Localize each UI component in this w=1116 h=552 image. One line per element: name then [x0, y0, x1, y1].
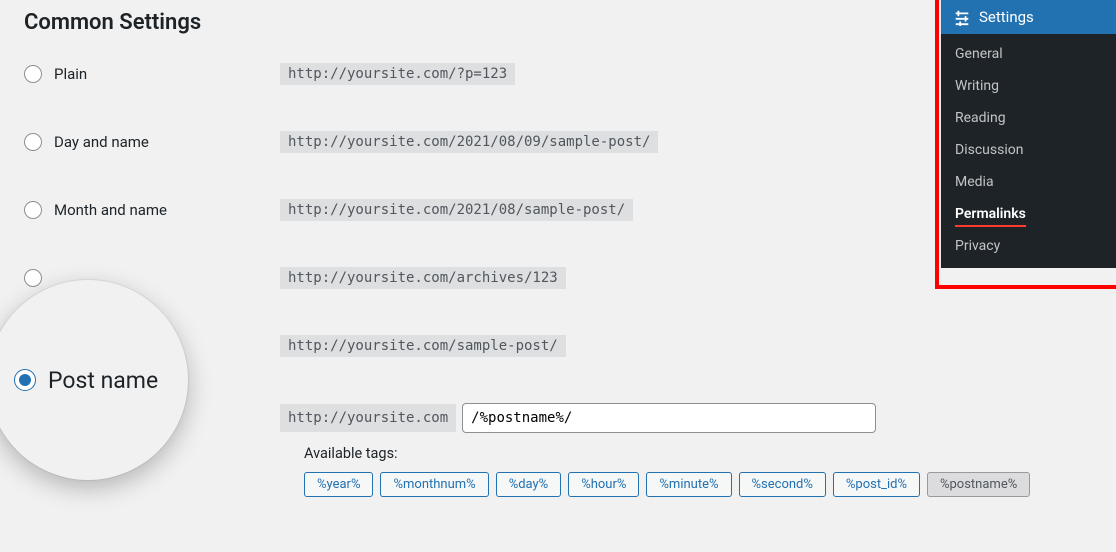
option-month-and-name[interactable]: Month and name http://yoursite.com/2021/…: [24, 199, 1096, 221]
example-url: http://yoursite.com/archives/123: [280, 267, 566, 289]
option-label: Plain: [54, 65, 87, 83]
sidebar-item-media[interactable]: Media: [941, 166, 1116, 198]
sliders-icon: [953, 8, 971, 26]
radio-post-name-magnified: [14, 369, 36, 391]
sidebar-item-general[interactable]: General: [941, 34, 1116, 70]
tag-monthnum[interactable]: %monthnum%: [380, 472, 488, 497]
radio-day-and-name[interactable]: [24, 133, 42, 151]
tag-post-id[interactable]: %post_id%: [833, 472, 920, 497]
sidebar-item-discussion[interactable]: Discussion: [941, 134, 1116, 166]
option-plain[interactable]: Plain http://yoursite.com/?p=123: [24, 63, 1096, 85]
option-day-and-name[interactable]: Day and name http://yoursite.com/2021/08…: [24, 131, 1096, 153]
sidebar-header-label: Settings: [979, 8, 1034, 26]
option-label: Month and name: [54, 201, 167, 219]
section-title: Common Settings: [24, 10, 1096, 35]
tag-hour[interactable]: %hour%: [568, 472, 639, 497]
example-url: http://yoursite.com/2021/08/09/sample-po…: [280, 131, 658, 153]
sidebar-header-settings[interactable]: Settings: [941, 0, 1116, 34]
radio-month-and-name[interactable]: [24, 201, 42, 219]
available-tags-section: Available tags: %year% %monthnum% %day% …: [304, 445, 1096, 497]
tag-year[interactable]: %year%: [304, 472, 373, 497]
example-url: http://yoursite.com/sample-post/: [280, 335, 566, 357]
tag-postname[interactable]: %postname%: [927, 472, 1030, 497]
url-prefix: http://yoursite.com: [280, 404, 456, 432]
magnifier-highlight: Post name: [0, 280, 188, 480]
magnified-label: Post name: [48, 367, 158, 394]
sidebar-item-reading[interactable]: Reading: [941, 102, 1116, 134]
example-url: http://yoursite.com/2021/08/sample-post/: [280, 199, 633, 221]
settings-sidebar: Settings General Writing Reading Discuss…: [941, 0, 1116, 268]
sidebar-item-permalinks[interactable]: Permalinks: [941, 198, 1116, 230]
tag-second[interactable]: %second%: [739, 472, 826, 497]
tag-minute[interactable]: %minute%: [646, 472, 731, 497]
option-label: Day and name: [54, 133, 149, 151]
tag-list: %year% %monthnum% %day% %hour% %minute% …: [304, 472, 1096, 497]
sidebar-item-writing[interactable]: Writing: [941, 70, 1116, 102]
tags-label: Available tags:: [304, 445, 1096, 462]
radio-plain[interactable]: [24, 65, 42, 83]
example-url: http://yoursite.com/?p=123: [280, 63, 515, 85]
custom-structure-input[interactable]: [462, 403, 876, 433]
tag-day[interactable]: %day%: [496, 472, 562, 497]
sidebar-item-privacy[interactable]: Privacy: [941, 230, 1116, 262]
